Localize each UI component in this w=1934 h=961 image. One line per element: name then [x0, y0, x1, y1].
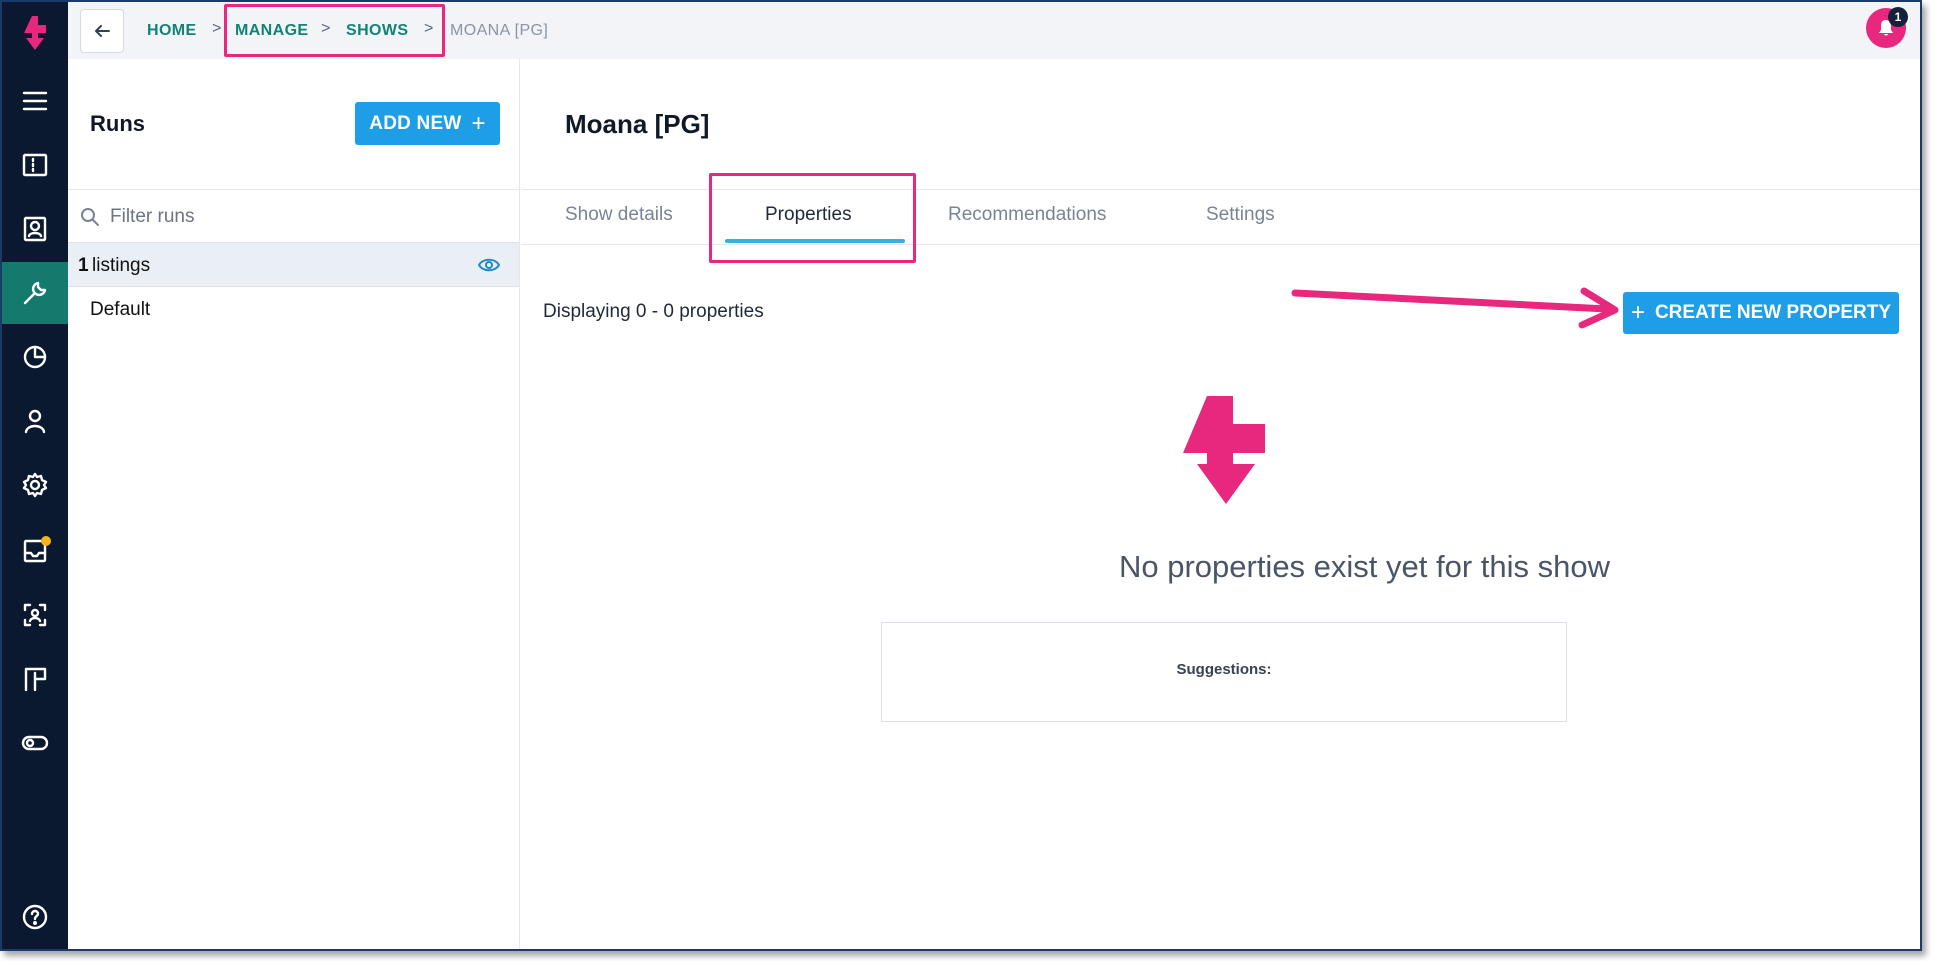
- contact-icon[interactable]: [2, 198, 68, 260]
- runs-title: Runs: [90, 111, 145, 136]
- tab-recommendations[interactable]: Recommendations: [948, 204, 1106, 226]
- filter-runs-row: [68, 189, 519, 242]
- listings-label: listings: [92, 255, 151, 276]
- suggestions-box: Suggestions:: [881, 622, 1567, 722]
- annotation-highlight-properties-tab: [709, 173, 916, 263]
- search-icon: [81, 208, 99, 226]
- create-new-property-button[interactable]: + CREATE NEW PROPERTY: [1623, 292, 1899, 334]
- breadcrumb-current: MOANA [PG]: [450, 22, 549, 39]
- listings-count: 1: [78, 255, 89, 276]
- back-button[interactable]: [80, 9, 124, 53]
- filter-runs-input[interactable]: [110, 202, 490, 232]
- logo-icon[interactable]: [21, 16, 49, 50]
- create-new-property-label: CREATE NEW PROPERTY: [1654, 302, 1892, 323]
- left-nav-rail: [2, 2, 68, 949]
- breadcrumb-separator: >: [212, 20, 222, 37]
- add-new-button[interactable]: ADD NEW +: [355, 102, 500, 145]
- empty-state-message: No properties exist yet for this show: [1118, 549, 1611, 584]
- displaying-count: Displaying 0 - 0 properties: [543, 301, 764, 322]
- breadcrumb-home[interactable]: HOME: [147, 22, 197, 40]
- listings-row[interactable]: 1 listings: [68, 242, 519, 287]
- notifications-button[interactable]: 1: [1866, 7, 1908, 48]
- ticket-icon[interactable]: [2, 134, 68, 196]
- settings-icon[interactable]: [2, 454, 68, 516]
- empty-state-logo-icon: [1183, 396, 1265, 504]
- menu-icon[interactable]: [2, 70, 68, 132]
- inbox-icon[interactable]: [2, 520, 68, 582]
- help-icon[interactable]: [2, 886, 68, 948]
- notification-count-badge: 1: [1888, 7, 1908, 27]
- scan-face-icon[interactable]: [2, 584, 68, 646]
- top-bar: HOME > MANAGE > SHOWS > MOANA [PG] 1: [68, 2, 1920, 59]
- toggle-icon[interactable]: [2, 712, 68, 774]
- tab-show-details[interactable]: Show details: [565, 204, 673, 226]
- pie-chart-icon[interactable]: [2, 326, 68, 388]
- run-item-default[interactable]: Default: [90, 299, 150, 321]
- annotation-highlight-breadcrumb: [224, 4, 445, 57]
- plus-icon: +: [471, 109, 486, 137]
- tab-settings[interactable]: Settings: [1206, 204, 1275, 226]
- runs-panel: Runs ADD NEW + 1 listings Default: [68, 59, 520, 949]
- plus-icon: +: [1630, 299, 1645, 326]
- user-icon[interactable]: [2, 390, 68, 452]
- annotation-arrow: [1291, 287, 1619, 329]
- app-window: HOME > MANAGE > SHOWS > MOANA [PG] 1 Run…: [0, 0, 1922, 951]
- page-title: Moana [PG]: [565, 109, 710, 139]
- inbox-notification-dot: [41, 536, 51, 546]
- arrow-left-icon: [95, 25, 110, 37]
- layout-icon[interactable]: [2, 648, 68, 710]
- tools-icon[interactable]: [2, 262, 68, 324]
- show-main-panel: Moana [PG] Show details Properties Recom…: [521, 59, 1920, 949]
- add-new-label: ADD NEW: [369, 112, 462, 134]
- suggestions-label: Suggestions:: [1176, 661, 1272, 678]
- eye-icon[interactable]: [477, 256, 501, 274]
